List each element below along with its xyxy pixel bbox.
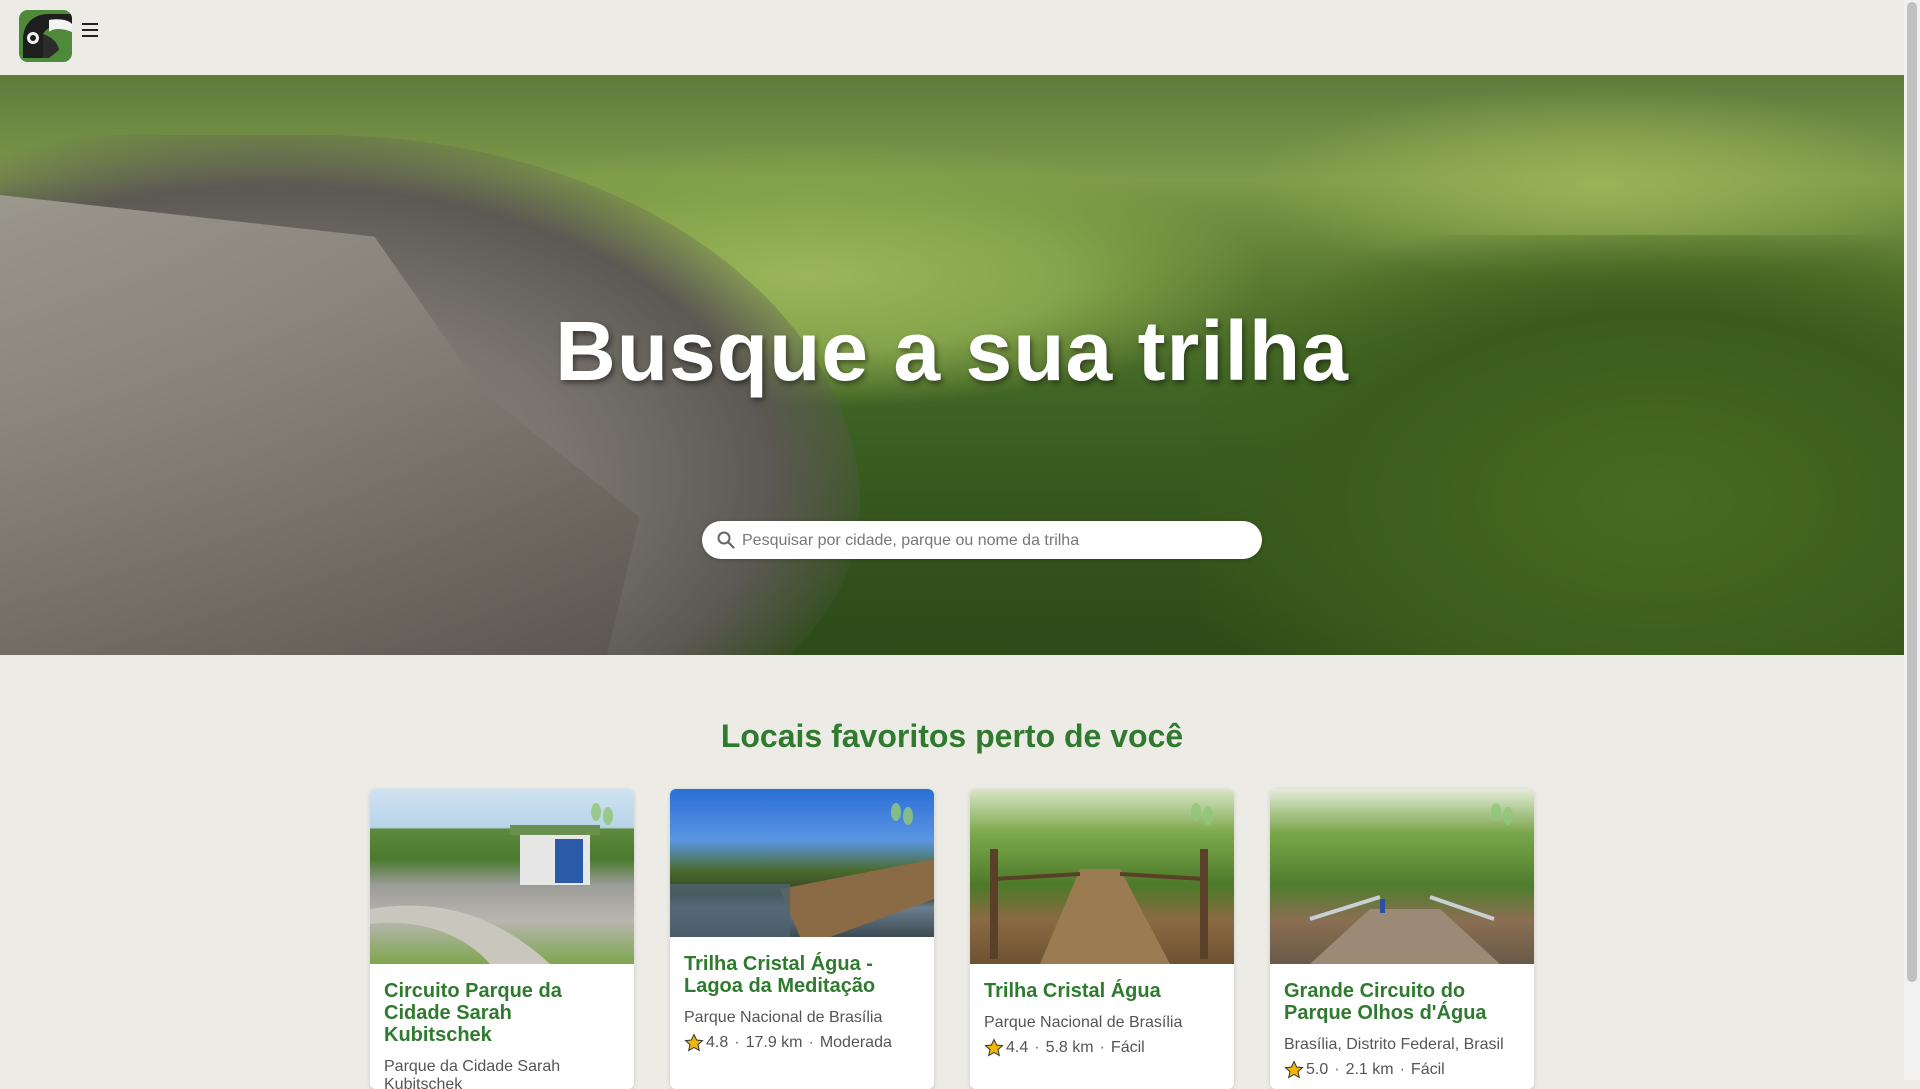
card-distance: 2.1 km (1345, 1061, 1394, 1078)
card-rating: 4.4 (1006, 1039, 1029, 1056)
card-difficulty: Fácil (1110, 1039, 1145, 1056)
card-location: Parque Nacional de Brasília (684, 1009, 883, 1026)
card-location: Parque da Cidade Sarah Kubitschek (384, 1058, 561, 1089)
page-scrollbar[interactable] (1904, 0, 1920, 1080)
separator-dot: · (1034, 1039, 1040, 1056)
trail-photo (670, 789, 934, 937)
footprints-favorite-icon[interactable] (588, 801, 616, 827)
trail-photo (370, 789, 634, 964)
card-body: Trilha Cristal Água - Lagoa da Meditação… (670, 937, 934, 1053)
card-difficulty: Fácil (1410, 1061, 1445, 1078)
footprints-favorite-icon[interactable] (1488, 801, 1516, 827)
card-meta: 5.0 · 2.1 km · Fácil (1284, 1060, 1520, 1080)
card-title[interactable]: Grande Circuito do Parque Olhos d'Água (1284, 980, 1520, 1024)
card-body: Circuito Parque da Cidade Sarah Kubitsch… (370, 964, 634, 1089)
card-difficulty: Moderada (819, 1034, 892, 1051)
separator-dot: · (1399, 1061, 1405, 1078)
card-location: Parque Nacional de Brasília (984, 1014, 1183, 1031)
card-title[interactable]: Trilha Cristal Água - Lagoa da Meditação (684, 953, 920, 997)
search-icon (717, 531, 735, 549)
star-icon (684, 1033, 704, 1052)
card-distance: 17.9 km (745, 1034, 803, 1051)
card-title[interactable]: Trilha Cristal Água (984, 980, 1220, 1002)
card-distance: 5.8 km (1045, 1039, 1094, 1056)
search-bar[interactable] (702, 521, 1262, 561)
separator-dot: · (1334, 1061, 1340, 1078)
trail-card[interactable]: Trilha Cristal Água Parque Nacional de B… (970, 789, 1234, 1089)
separator-dot: · (808, 1034, 814, 1051)
star-icon (1284, 1060, 1304, 1079)
hero-forest (1200, 235, 1904, 655)
top-bar (0, 0, 1904, 75)
footprints-favorite-icon[interactable] (888, 801, 916, 827)
hero-title: Busque a sua trilha (555, 304, 1349, 398)
trail-card[interactable]: Circuito Parque da Cidade Sarah Kubitsch… (370, 789, 634, 1089)
card-body: Trilha Cristal Água Parque Nacional de B… (970, 964, 1234, 1058)
card-meta: 4.4 · 5.8 km · Fácil (984, 1038, 1220, 1058)
search-input[interactable] (740, 521, 1249, 561)
scrollbar-thumb[interactable] (1907, 2, 1917, 982)
card-location: Brasília, Distrito Federal, Brasil (1284, 1036, 1504, 1053)
hero-banner: Busque a sua trilha (0, 75, 1904, 655)
card-title[interactable]: Circuito Parque da Cidade Sarah Kubitsch… (384, 980, 620, 1046)
separator-dot: · (1099, 1039, 1105, 1056)
card-body: Grande Circuito do Parque Olhos d'Água B… (1270, 964, 1534, 1080)
trail-photo (970, 789, 1234, 964)
card-rating: 4.8 (706, 1034, 729, 1051)
card-meta: 4.8 · 17.9 km · Moderada (684, 1033, 920, 1053)
favorites-heading: Locais favoritos perto de você (720, 718, 1184, 754)
card-rating: 5.0 (1306, 1061, 1329, 1078)
toucan-logo-icon[interactable] (19, 10, 72, 62)
separator-dot: · (734, 1034, 740, 1051)
trail-photo (1270, 789, 1534, 964)
trail-card[interactable]: Trilha Cristal Água - Lagoa da Meditação… (670, 789, 934, 1089)
trail-card[interactable]: Grande Circuito do Parque Olhos d'Água B… (1270, 789, 1534, 1089)
footprints-favorite-icon[interactable] (1188, 801, 1216, 827)
star-icon (984, 1038, 1004, 1057)
hamburger-menu-icon[interactable] (80, 18, 100, 42)
